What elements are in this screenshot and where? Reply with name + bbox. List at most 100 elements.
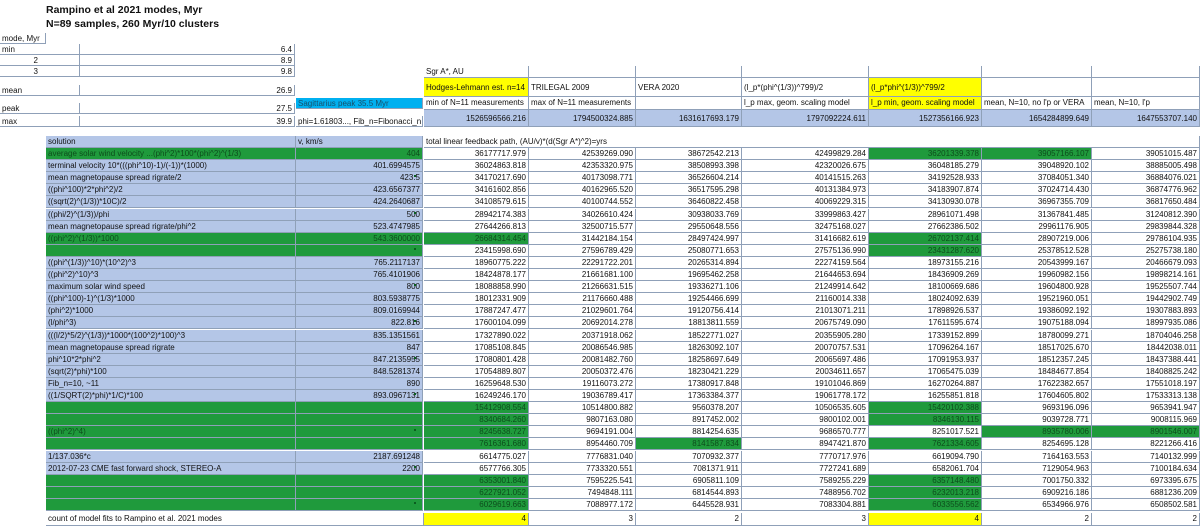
path-value[interactable]: 33999863.427 bbox=[742, 209, 869, 221]
path-value[interactable]: 19307883.893 bbox=[1092, 305, 1200, 317]
path-value[interactable]: 34108579.615 bbox=[424, 196, 529, 208]
path-value[interactable]: 7733320.551 bbox=[529, 463, 636, 475]
path-value[interactable]: 40141515.263 bbox=[742, 172, 869, 184]
path-value[interactable]: 19061778.172 bbox=[742, 390, 869, 402]
path-value[interactable]: 37024714.430 bbox=[982, 184, 1092, 196]
path-value[interactable]: 28907219.006 bbox=[982, 233, 1092, 245]
velocity-value[interactable]: 404 bbox=[296, 148, 423, 160]
path-value[interactable]: 36048185.279 bbox=[869, 160, 982, 172]
path-value[interactable]: 6905811.109 bbox=[636, 475, 742, 487]
path-value[interactable]: 34170217.690 bbox=[424, 172, 529, 184]
path-value[interactable]: 18813811.559 bbox=[636, 317, 742, 329]
path-value[interactable]: 36024863.818 bbox=[424, 160, 529, 172]
path-value[interactable]: 42353320.975 bbox=[529, 160, 636, 172]
path-value[interactable]: 29786104.935 bbox=[1092, 233, 1200, 245]
path-value[interactable]: 19120756.414 bbox=[636, 305, 742, 317]
path-value[interactable]: 18024092.639 bbox=[869, 293, 982, 305]
fit-count[interactable]: 4 bbox=[424, 513, 529, 526]
path-value[interactable]: 17091953.937 bbox=[869, 354, 982, 366]
velocity-value[interactable]: 848.5281374 bbox=[296, 366, 423, 378]
path-value[interactable]: 27596789.429 bbox=[529, 245, 636, 257]
path-value[interactable]: 18012331.909 bbox=[424, 293, 529, 305]
path-value[interactable]: 20371918.062 bbox=[529, 330, 636, 342]
path-value[interactable]: 9807163.080 bbox=[529, 414, 636, 426]
path-value[interactable]: 25275738.180 bbox=[1092, 245, 1200, 257]
path-value[interactable]: 8251017.521 bbox=[869, 426, 982, 438]
path-value[interactable]: 27575136.990 bbox=[742, 245, 869, 257]
path-value[interactable]: 17551018.197 bbox=[1092, 378, 1200, 390]
path-value[interactable]: 8901546.007 bbox=[1092, 426, 1200, 438]
path-value[interactable]: 6445528.931 bbox=[636, 499, 742, 511]
path-value[interactable]: 40100744.552 bbox=[529, 196, 636, 208]
path-value[interactable]: 8814254.635 bbox=[636, 426, 742, 438]
path-value[interactable]: 7088977.172 bbox=[529, 499, 636, 511]
path-value[interactable]: 21661681.100 bbox=[529, 269, 636, 281]
velocity-value[interactable]: 893.0967131 bbox=[296, 390, 423, 402]
path-value[interactable]: 9800102.001 bbox=[742, 414, 869, 426]
path-value[interactable]: 18258697.649 bbox=[636, 354, 742, 366]
path-value[interactable]: 18230421.229 bbox=[636, 366, 742, 378]
path-value[interactable]: 19075188.094 bbox=[982, 317, 1092, 329]
path-value[interactable]: 36526604.214 bbox=[636, 172, 742, 184]
path-value[interactable]: 20692014.278 bbox=[529, 317, 636, 329]
path-value[interactable]: 36201339.378 bbox=[869, 148, 982, 160]
path-value[interactable]: 28961071.498 bbox=[869, 209, 982, 221]
path-value[interactable]: 21176660.488 bbox=[529, 293, 636, 305]
path-value[interactable]: 36884076.021 bbox=[1092, 172, 1200, 184]
path-value[interactable]: 42539269.090 bbox=[529, 148, 636, 160]
path-value[interactable]: 17604605.802 bbox=[982, 390, 1092, 402]
path-value[interactable]: 31367841.485 bbox=[982, 209, 1092, 221]
path-value[interactable]: 40131384.973 bbox=[742, 184, 869, 196]
velocity-value[interactable] bbox=[296, 414, 423, 426]
path-value[interactable]: 18512357.245 bbox=[982, 354, 1092, 366]
path-value[interactable]: 42499829.284 bbox=[742, 148, 869, 160]
path-value[interactable]: 19442902.749 bbox=[1092, 293, 1200, 305]
path-value[interactable]: 39048920.102 bbox=[982, 160, 1092, 172]
path-value[interactable]: 16270264.887 bbox=[869, 378, 982, 390]
path-value[interactable]: 8947421.870 bbox=[742, 438, 869, 450]
path-value[interactable]: 19116073.272 bbox=[529, 378, 636, 390]
path-value[interactable]: 7081371.911 bbox=[636, 463, 742, 475]
path-value[interactable]: 20086546.985 bbox=[529, 342, 636, 354]
path-value[interactable]: 28942174.383 bbox=[424, 209, 529, 221]
path-value[interactable]: 36460822.458 bbox=[636, 196, 742, 208]
mode-value[interactable]: 39.9 bbox=[80, 116, 295, 127]
velocity-value[interactable] bbox=[296, 245, 423, 257]
path-value[interactable]: 17096264.167 bbox=[869, 342, 982, 354]
fit-count[interactable]: 2 bbox=[982, 513, 1092, 526]
path-value[interactable]: 16249246.170 bbox=[424, 390, 529, 402]
path-value[interactable]: 17065475.039 bbox=[869, 366, 982, 378]
path-value[interactable]: 17085108.845 bbox=[424, 342, 529, 354]
path-value[interactable]: 31442184.154 bbox=[529, 233, 636, 245]
path-value[interactable]: 18424878.177 bbox=[424, 269, 529, 281]
path-value[interactable]: 31416682.619 bbox=[742, 233, 869, 245]
path-value[interactable]: 39051015.487 bbox=[1092, 148, 1200, 160]
path-value[interactable]: 7083304.881 bbox=[742, 499, 869, 511]
path-value[interactable]: 6357148.480 bbox=[869, 475, 982, 487]
velocity-value[interactable]: 835.1351561 bbox=[296, 330, 423, 342]
path-value[interactable]: 23431287.620 bbox=[869, 245, 982, 257]
velocity-value[interactable]: 803.5938775 bbox=[296, 293, 423, 305]
path-value[interactable]: 31240812.390 bbox=[1092, 209, 1200, 221]
path-value[interactable]: 19695462.258 bbox=[636, 269, 742, 281]
path-value[interactable]: 20265314.894 bbox=[636, 257, 742, 269]
path-value[interactable]: 19604800.928 bbox=[982, 281, 1092, 293]
path-value[interactable]: 6814544.893 bbox=[636, 487, 742, 499]
path-value[interactable]: 10514800.882 bbox=[529, 402, 636, 414]
velocity-value[interactable] bbox=[296, 475, 423, 487]
velocity-value[interactable]: 424.2640687 bbox=[296, 196, 423, 208]
velocity-value[interactable]: 500 bbox=[296, 209, 423, 221]
velocity-value[interactable]: 800 bbox=[296, 281, 423, 293]
path-value[interactable]: 19386092.192 bbox=[982, 305, 1092, 317]
path-value[interactable]: 18704046.258 bbox=[1092, 330, 1200, 342]
path-value[interactable]: 40162965.520 bbox=[529, 184, 636, 196]
path-value[interactable]: 6508502.581 bbox=[1092, 499, 1200, 511]
path-value[interactable]: 19101046.869 bbox=[742, 378, 869, 390]
path-value[interactable]: 18522771.027 bbox=[636, 330, 742, 342]
path-value[interactable]: 40069229.315 bbox=[742, 196, 869, 208]
path-value[interactable]: 6227921.052 bbox=[424, 487, 529, 499]
path-value[interactable]: 7070932.377 bbox=[636, 451, 742, 463]
path-value[interactable]: 18100669.686 bbox=[869, 281, 982, 293]
path-value[interactable]: 6029619.663 bbox=[424, 499, 529, 511]
path-value[interactable]: 34026610.424 bbox=[529, 209, 636, 221]
